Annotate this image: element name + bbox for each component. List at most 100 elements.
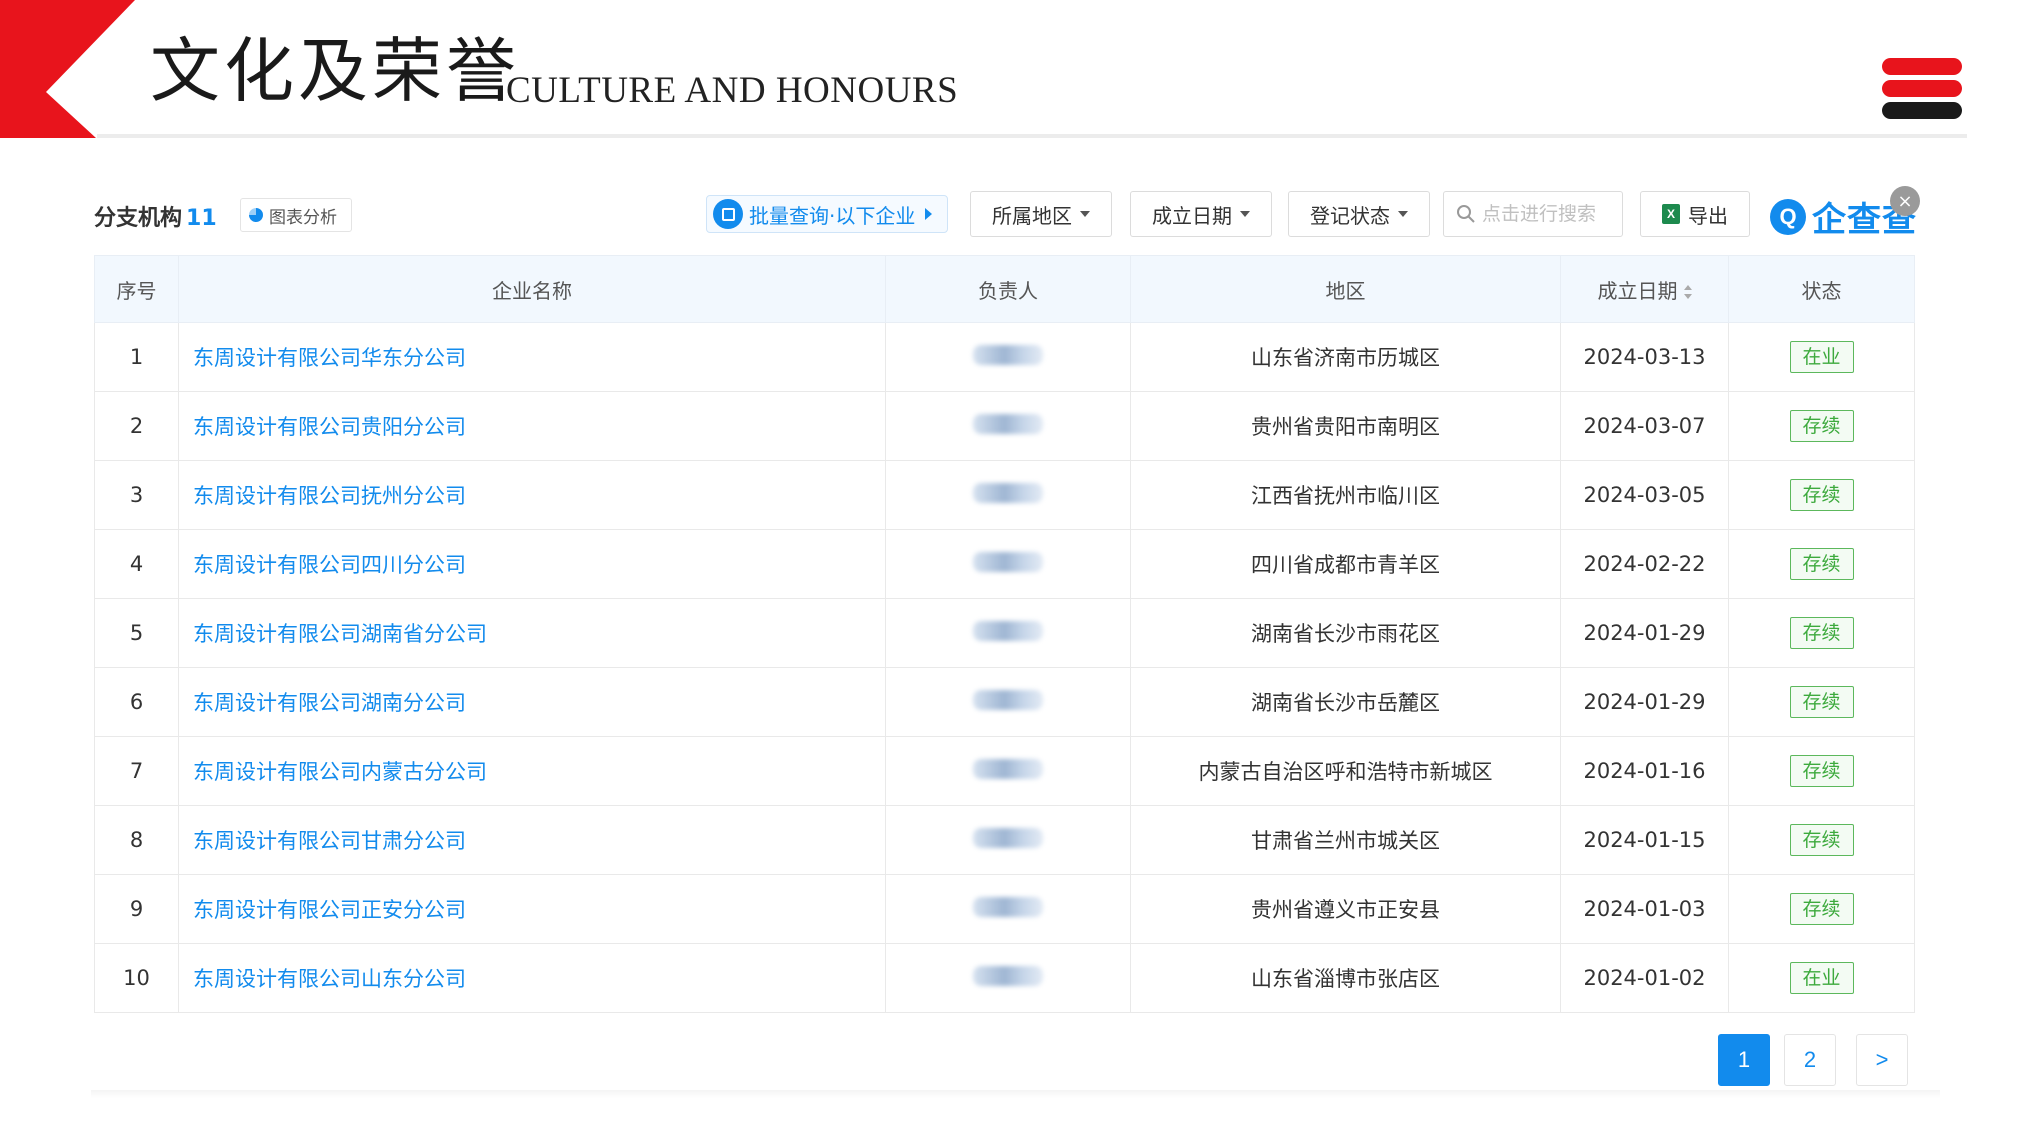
person-in-charge-cell <box>885 460 1131 530</box>
person-in-charge-cell <box>885 391 1131 461</box>
table-row[interactable]: 9 东周设计有限公司正安分公司 贵州省遵义市正安县 2024-01-03 存续 <box>94 874 1915 944</box>
qichacha-mark-icon: Q <box>1770 198 1806 235</box>
redacted-name <box>973 827 1043 848</box>
status-badge: 存续 <box>1789 893 1854 925</box>
company-name-link[interactable]: 东周设计有限公司内蒙古分公司 <box>193 760 487 784</box>
established-date-cell: 2024-01-16 <box>1560 736 1729 806</box>
row-index: 5 <box>94 598 179 668</box>
company-name-cell: 东周设计有限公司甘肃分公司 <box>178 805 886 875</box>
row-index: 9 <box>94 874 179 944</box>
region-cell: 贵州省遵义市正安县 <box>1130 874 1561 944</box>
company-name-link[interactable]: 东周设计有限公司华东分公司 <box>193 346 466 370</box>
table-row[interactable]: 6 东周设计有限公司湖南分公司 湖南省长沙市岳麓区 2024-01-29 存续 <box>94 667 1915 737</box>
header-divider <box>97 134 1967 138</box>
column-header-index: 序号 <box>94 255 179 323</box>
redacted-name <box>973 758 1043 779</box>
region-cell: 湖南省长沙市雨花区 <box>1130 598 1561 668</box>
row-index: 3 <box>94 460 179 530</box>
status-filter-dropdown[interactable]: 登记状态 <box>1288 191 1430 237</box>
batch-query-icon <box>713 199 743 229</box>
region-cell: 山东省淄博市张店区 <box>1130 943 1561 1013</box>
redacted-name <box>973 896 1043 917</box>
pie-chart-icon <box>249 208 263 222</box>
table-row[interactable]: 7 东周设计有限公司内蒙古分公司 内蒙古自治区呼和浩特市新城区 2024-01-16 存… <box>94 736 1915 806</box>
batch-query-label: 批量查询·以下企业 <box>749 203 916 228</box>
red-corner-decoration <box>0 0 135 138</box>
status-badge: 存续 <box>1789 686 1854 718</box>
person-in-charge-cell <box>885 805 1131 875</box>
chevron-down-icon <box>1240 211 1250 217</box>
table-row[interactable]: 5 东周设计有限公司湖南省分公司 湖南省长沙市雨花区 2024-01-29 存续 <box>94 598 1915 668</box>
section-title-label: 分支机构 <box>94 206 183 231</box>
established-date-cell: 2024-03-07 <box>1560 391 1729 461</box>
table-row[interactable]: 3 东周设计有限公司抚州分公司 江西省抚州市临川区 2024-03-05 存续 <box>94 460 1915 530</box>
company-name-link[interactable]: 东周设计有限公司湖南分公司 <box>193 691 466 715</box>
close-icon[interactable]: × <box>1890 186 1920 216</box>
status-cell: 存续 <box>1728 391 1915 461</box>
status-badge: 存续 <box>1789 755 1854 787</box>
slide-title-chinese: 文化及荣誉 <box>150 30 520 112</box>
established-date-cell: 2024-01-15 <box>1560 805 1729 875</box>
table-row[interactable]: 8 东周设计有限公司甘肃分公司 甘肃省兰州市城关区 2024-01-15 存续 <box>94 805 1915 875</box>
page-button-2[interactable]: 2 <box>1784 1034 1836 1086</box>
search-box[interactable] <box>1443 191 1623 237</box>
established-date-cell: 2024-03-13 <box>1560 322 1729 392</box>
search-icon <box>1457 205 1475 223</box>
region-cell: 贵州省贵阳市南明区 <box>1130 391 1561 461</box>
company-name-cell: 东周设计有限公司山东分公司 <box>178 943 886 1013</box>
company-name-link[interactable]: 东周设计有限公司贵阳分公司 <box>193 415 466 439</box>
row-index: 4 <box>94 529 179 599</box>
company-name-cell: 东周设计有限公司湖南分公司 <box>178 667 886 737</box>
region-cell: 湖南省长沙市岳麓区 <box>1130 667 1561 737</box>
person-in-charge-cell <box>885 322 1131 392</box>
column-header-date[interactable]: 成立日期 <box>1560 255 1729 323</box>
company-name-link[interactable]: 东周设计有限公司四川分公司 <box>193 553 466 577</box>
page-button-1[interactable]: 1 <box>1718 1034 1770 1086</box>
row-index: 6 <box>94 667 179 737</box>
company-name-link[interactable]: 东周设计有限公司正安分公司 <box>193 898 466 922</box>
table-row[interactable]: 2 东周设计有限公司贵阳分公司 贵州省贵阳市南明区 2024-03-07 存续 <box>94 391 1915 461</box>
table-row[interactable]: 10 东周设计有限公司山东分公司 山东省淄博市张店区 2024-01-02 在业 <box>94 943 1915 1013</box>
batch-query-button[interactable]: 批量查询·以下企业 <box>706 195 948 233</box>
status-badge: 在业 <box>1789 341 1854 373</box>
table-row[interactable]: 1 东周设计有限公司华东分公司 山东省济南市历城区 2024-03-13 在业 <box>94 322 1915 392</box>
status-filter-label: 登记状态 <box>1310 203 1390 228</box>
region-cell: 山东省济南市历城区 <box>1130 322 1561 392</box>
status-badge: 存续 <box>1789 824 1854 856</box>
company-name-cell: 东周设计有限公司抚州分公司 <box>178 460 886 530</box>
person-in-charge-cell <box>885 736 1131 806</box>
person-in-charge-cell <box>885 874 1131 944</box>
company-name-link[interactable]: 东周设计有限公司山东分公司 <box>193 967 466 991</box>
export-button[interactable]: X 导出 <box>1640 191 1750 237</box>
table-row[interactable]: 4 东周设计有限公司四川分公司 四川省成都市青羊区 2024-02-22 存续 <box>94 529 1915 599</box>
status-badge: 存续 <box>1789 617 1854 649</box>
company-name-link[interactable]: 东周设计有限公司湖南省分公司 <box>193 622 487 646</box>
status-badge: 存续 <box>1789 548 1854 580</box>
redacted-name <box>973 551 1043 572</box>
redacted-name <box>973 689 1043 710</box>
chevron-down-icon <box>1398 211 1408 217</box>
status-cell: 存续 <box>1728 874 1915 944</box>
status-badge: 存续 <box>1789 410 1854 442</box>
company-name-link[interactable]: 东周设计有限公司抚州分公司 <box>193 484 466 508</box>
person-in-charge-cell <box>885 943 1131 1013</box>
status-cell: 在业 <box>1728 322 1915 392</box>
section-title: 分支机构 11 <box>94 200 217 232</box>
chevron-down-icon <box>1080 211 1090 217</box>
search-input[interactable] <box>1482 203 1612 225</box>
next-page-button[interactable]: > <box>1856 1034 1908 1086</box>
redacted-name <box>973 413 1043 434</box>
status-badge: 在业 <box>1789 962 1854 994</box>
company-name-link[interactable]: 东周设计有限公司甘肃分公司 <box>193 829 466 853</box>
region-cell: 甘肃省兰州市城关区 <box>1130 805 1561 875</box>
status-cell: 存续 <box>1728 460 1915 530</box>
date-filter-dropdown[interactable]: 成立日期 <box>1130 191 1272 237</box>
chart-analysis-button[interactable]: 图表分析 <box>240 198 352 232</box>
row-index: 2 <box>94 391 179 461</box>
branch-count: 11 <box>186 206 217 231</box>
company-name-cell: 东周设计有限公司内蒙古分公司 <box>178 736 886 806</box>
region-cell: 江西省抚州市临川区 <box>1130 460 1561 530</box>
established-date-cell: 2024-01-29 <box>1560 667 1729 737</box>
established-date-cell: 2024-02-22 <box>1560 529 1729 599</box>
region-filter-dropdown[interactable]: 所属地区 <box>970 191 1112 237</box>
